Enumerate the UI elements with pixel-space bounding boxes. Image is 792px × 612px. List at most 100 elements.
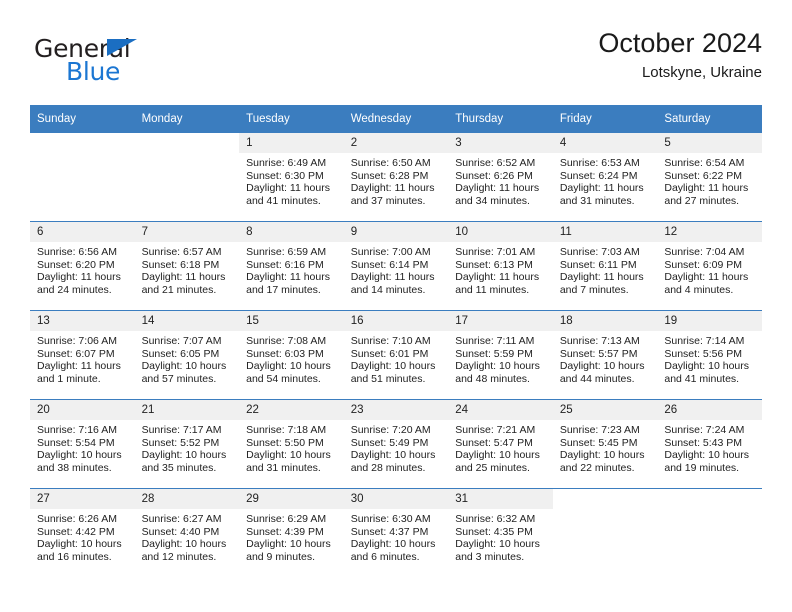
- sunset-text: Sunset: 4:39 PM: [246, 525, 324, 538]
- daylight-text-line2: and 4 minutes.: [664, 283, 734, 296]
- sunrise-sunset-calendar: Sunday Monday Tuesday Wednesday Thursday…: [30, 105, 762, 577]
- day-cell[interactable]: 15 Sunrise: 7:08 AM Sunset: 6:03 PM Dayl…: [239, 310, 344, 400]
- sunset-text: Sunset: 6:18 PM: [141, 258, 220, 271]
- day-number: 6: [30, 222, 135, 242]
- daylight-text-line1: Daylight: 10 hours: [350, 449, 436, 462]
- day-number: 27: [30, 489, 135, 509]
- day-cell[interactable]: 6 Sunrise: 6:56 AM Sunset: 6:20 PM Dayli…: [30, 221, 135, 311]
- day-info: Sunrise: 7:17 AM Sunset: 5:52 PM Dayligh…: [135, 420, 240, 474]
- sunrise-text: Sunrise: 6:30 AM: [350, 513, 431, 525]
- sunrise-text: Sunrise: 7:21 AM: [455, 424, 536, 436]
- day-info: Sunrise: 6:50 AM Sunset: 6:28 PM Dayligh…: [344, 153, 449, 207]
- day-info: Sunrise: 7:23 AM Sunset: 5:45 PM Dayligh…: [553, 420, 658, 474]
- day-number: 14: [134, 311, 240, 331]
- sunset-text: Sunset: 6:26 PM: [455, 169, 533, 182]
- day-cell[interactable]: 12 Sunrise: 7:04 AM Sunset: 6:09 PM Dayl…: [657, 221, 762, 311]
- sunset-text: Sunset: 6:13 PM: [455, 258, 533, 271]
- day-number: 19: [657, 311, 762, 331]
- day-info: Sunrise: 6:26 AM Sunset: 4:42 PM Dayligh…: [30, 509, 135, 563]
- sunset-text: Sunset: 6:11 PM: [559, 258, 637, 271]
- daylight-text-line1: Daylight: 11 hours: [37, 271, 121, 284]
- daylight-text-line1: Daylight: 11 hours: [350, 182, 435, 195]
- day-cell[interactable]: 5 Sunrise: 6:54 AM Sunset: 6:22 PM Dayli…: [657, 133, 762, 222]
- day-cell[interactable]: 8 Sunrise: 6:59 AM Sunset: 6:16 PM Dayli…: [239, 221, 344, 311]
- day-number: 1: [239, 133, 344, 153]
- daylight-text-line1: Daylight: 11 hours: [141, 271, 226, 284]
- sunrise-text: Sunrise: 6:32 AM: [455, 513, 536, 525]
- day-number: 20: [30, 400, 135, 420]
- day-cell[interactable]: 9 Sunrise: 7:00 AM Sunset: 6:14 PM Dayli…: [343, 221, 449, 311]
- day-cell[interactable]: 3 Sunrise: 6:52 AM Sunset: 6:26 PM Dayli…: [448, 133, 553, 222]
- daylight-text-line1: Daylight: 10 hours: [350, 360, 436, 373]
- day-cell[interactable]: [30, 133, 135, 222]
- daylight-text-line2: and 19 minutes.: [664, 461, 740, 474]
- day-info: Sunrise: 6:29 AM Sunset: 4:39 PM Dayligh…: [239, 509, 344, 563]
- day-cell[interactable]: 7 Sunrise: 6:57 AM Sunset: 6:18 PM Dayli…: [134, 221, 240, 311]
- day-cell[interactable]: [657, 488, 762, 577]
- sunset-text: Sunset: 6:20 PM: [37, 258, 115, 271]
- day-cell[interactable]: 28 Sunrise: 6:27 AM Sunset: 4:40 PM Dayl…: [134, 488, 240, 577]
- daylight-text-line2: and 51 minutes.: [350, 372, 426, 385]
- daylight-text-line1: Daylight: 10 hours: [455, 449, 540, 462]
- day-cell[interactable]: 26 Sunrise: 7:24 AM Sunset: 5:43 PM Dayl…: [657, 399, 762, 489]
- day-cell[interactable]: 19 Sunrise: 7:14 AM Sunset: 5:56 PM Dayl…: [657, 310, 762, 400]
- daylight-text-line2: and 12 minutes.: [141, 550, 217, 563]
- day-cell[interactable]: 1 Sunrise: 6:49 AM Sunset: 6:30 PM Dayli…: [239, 133, 344, 222]
- day-cell[interactable]: 11 Sunrise: 7:03 AM Sunset: 6:11 PM Dayl…: [552, 221, 658, 311]
- day-cell[interactable]: 24 Sunrise: 7:21 AM Sunset: 5:47 PM Dayl…: [448, 399, 553, 489]
- day-number: 24: [448, 400, 553, 420]
- day-number: 5: [657, 133, 762, 153]
- day-cell[interactable]: 13 Sunrise: 7:06 AM Sunset: 6:07 PM Dayl…: [30, 310, 135, 400]
- daylight-text-line1: Daylight: 11 hours: [664, 182, 749, 195]
- daylight-text-line1: Daylight: 10 hours: [559, 360, 645, 373]
- day-cell[interactable]: 23 Sunrise: 7:20 AM Sunset: 5:49 PM Dayl…: [343, 399, 449, 489]
- day-cell[interactable]: 10 Sunrise: 7:01 AM Sunset: 6:13 PM Dayl…: [448, 221, 553, 311]
- sunset-text: Sunset: 5:54 PM: [37, 436, 115, 449]
- day-cell[interactable]: 2 Sunrise: 6:50 AM Sunset: 6:28 PM Dayli…: [343, 133, 449, 222]
- sunrise-text: Sunrise: 7:14 AM: [664, 335, 745, 347]
- sunrise-text: Sunrise: 7:16 AM: [37, 424, 117, 436]
- sunset-text: Sunset: 4:40 PM: [141, 525, 220, 538]
- day-cell[interactable]: 20 Sunrise: 7:16 AM Sunset: 5:54 PM Dayl…: [30, 399, 135, 489]
- day-number: 8: [239, 222, 344, 242]
- day-number: 30: [343, 489, 449, 509]
- daylight-text-line2: and 14 minutes.: [350, 283, 426, 296]
- day-cell[interactable]: 29 Sunrise: 6:29 AM Sunset: 4:39 PM Dayl…: [239, 488, 344, 577]
- day-cell[interactable]: 17 Sunrise: 7:11 AM Sunset: 5:59 PM Dayl…: [448, 310, 553, 400]
- daylight-text-line1: Daylight: 11 hours: [559, 271, 644, 284]
- day-info: Sunrise: 7:18 AM Sunset: 5:50 PM Dayligh…: [239, 420, 344, 474]
- day-cell[interactable]: 14 Sunrise: 7:07 AM Sunset: 6:05 PM Dayl…: [134, 310, 240, 400]
- daylight-text-line1: Daylight: 10 hours: [141, 449, 227, 462]
- day-info: Sunrise: 6:59 AM Sunset: 6:16 PM Dayligh…: [239, 242, 344, 296]
- sunrise-text: Sunrise: 7:17 AM: [141, 424, 222, 436]
- day-number: [134, 133, 240, 153]
- day-cell[interactable]: 16 Sunrise: 7:10 AM Sunset: 6:01 PM Dayl…: [343, 310, 449, 400]
- day-info: Sunrise: 6:52 AM Sunset: 6:26 PM Dayligh…: [448, 153, 553, 207]
- sunrise-text: Sunrise: 7:06 AM: [37, 335, 117, 347]
- day-cell[interactable]: 21 Sunrise: 7:17 AM Sunset: 5:52 PM Dayl…: [134, 399, 240, 489]
- day-cell[interactable]: 31 Sunrise: 6:32 AM Sunset: 4:35 PM Dayl…: [448, 488, 553, 577]
- sunset-text: Sunset: 6:22 PM: [664, 169, 743, 182]
- day-cell[interactable]: 30 Sunrise: 6:30 AM Sunset: 4:37 PM Dayl…: [343, 488, 449, 577]
- day-cell[interactable]: 4 Sunrise: 6:53 AM Sunset: 6:24 PM Dayli…: [552, 133, 658, 222]
- day-cell[interactable]: [552, 488, 658, 577]
- sunset-text: Sunset: 6:24 PM: [559, 169, 638, 182]
- weekday-header-wednesday: Wednesday: [343, 105, 449, 133]
- sunset-text: Sunset: 6:03 PM: [246, 347, 324, 360]
- day-info: Sunrise: 7:14 AM Sunset: 5:56 PM Dayligh…: [657, 331, 762, 385]
- daylight-text-line2: and 7 minutes.: [559, 283, 629, 296]
- page-subtitle-location: Lotskyne, Ukraine: [641, 64, 762, 82]
- day-cell[interactable]: [134, 133, 240, 222]
- day-cell[interactable]: 25 Sunrise: 7:23 AM Sunset: 5:45 PM Dayl…: [552, 399, 658, 489]
- sunrise-text: Sunrise: 7:11 AM: [455, 335, 535, 347]
- day-cell[interactable]: 27 Sunrise: 6:26 AM Sunset: 4:42 PM Dayl…: [30, 488, 135, 577]
- sunrise-text: Sunrise: 6:50 AM: [350, 157, 431, 169]
- day-cell[interactable]: 22 Sunrise: 7:18 AM Sunset: 5:50 PM Dayl…: [239, 399, 344, 489]
- day-number: 4: [552, 133, 658, 153]
- sunrise-text: Sunrise: 6:52 AM: [455, 157, 536, 169]
- day-cell[interactable]: 18 Sunrise: 7:13 AM Sunset: 5:57 PM Dayl…: [552, 310, 658, 400]
- day-number: 3: [448, 133, 553, 153]
- day-info: Sunrise: 7:16 AM Sunset: 5:54 PM Dayligh…: [30, 420, 135, 474]
- calendar-page: General Blue October 2024 Lotskyne, Ukra…: [0, 0, 792, 612]
- sunset-text: Sunset: 6:14 PM: [350, 258, 429, 271]
